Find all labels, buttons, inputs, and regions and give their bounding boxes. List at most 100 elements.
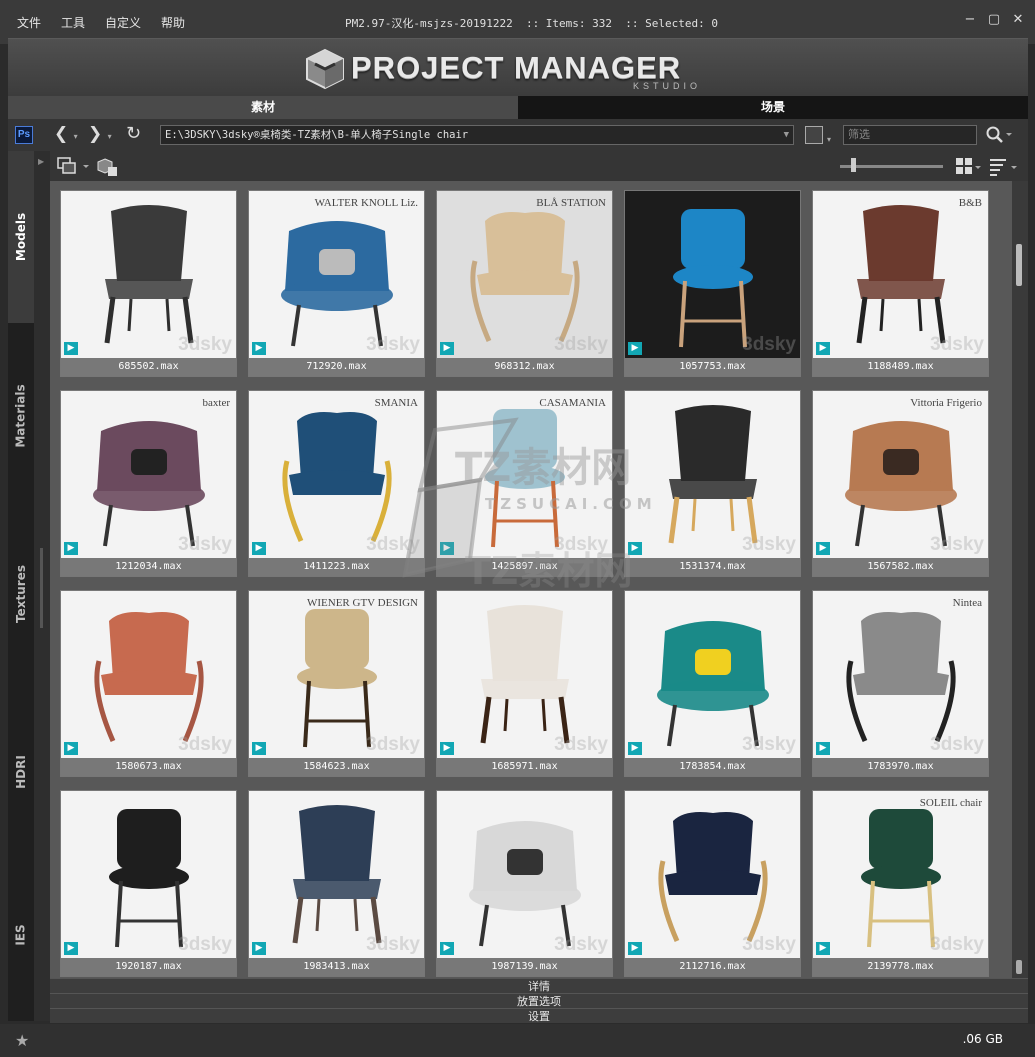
path-dropdown-icon[interactable]: ▼ — [784, 126, 789, 144]
sidebar-item-label: Materials — [14, 384, 28, 448]
asset-thumbnail[interactable]: 3dsky ▶ — [61, 791, 236, 958]
asset-thumbnail[interactable]: Vittoria Frigerio 3dsky ▶ — [813, 391, 988, 558]
sidebar-item-label: Textures — [14, 565, 29, 623]
menu-customize[interactable]: 自定义 — [105, 14, 141, 31]
asset-thumbnail[interactable]: 3dsky ▶ — [249, 791, 424, 958]
tab-scenes[interactable]: 场景 — [518, 96, 1028, 119]
chair-illustration — [281, 221, 393, 347]
minimize-button[interactable]: − — [963, 12, 977, 27]
asset-thumbnail[interactable]: 3dsky ▶ — [625, 791, 800, 958]
asset-filename: 1783970.max — [813, 758, 988, 776]
asset-filename: 1920187.max — [61, 958, 236, 976]
asset-thumbnail[interactable]: SMANIA 3dsky ▶ — [249, 391, 424, 558]
sidebar-item-textures[interactable]: Textures — [8, 509, 34, 679]
asset-thumbnail[interactable]: BLÅ STATION 3dsky ▶ — [437, 191, 612, 358]
asset-thumbnail[interactable]: B&B 3dsky ▶ — [813, 191, 988, 358]
asset-item[interactable]: 3dsky ▶ 1987139.max — [436, 790, 613, 977]
filter-input[interactable]: 筛选 — [843, 125, 977, 145]
asset-item[interactable]: Nintea 3dsky ▶ 1783970.max — [812, 590, 989, 777]
asset-item[interactable]: 3dsky ▶ 1920187.max — [60, 790, 237, 977]
asset-thumbnail[interactable]: 3dsky ▶ — [625, 391, 800, 558]
sidebar-item-materials[interactable]: Materials — [8, 331, 34, 501]
asset-item[interactable]: 3dsky ▶ 1057753.max — [624, 190, 801, 377]
asset-thumbnail[interactable]: 3dsky ▶ — [437, 791, 612, 958]
back-arrow-icon[interactable]: ❮ ▾ — [54, 124, 78, 147]
filter-options-icon[interactable] — [805, 126, 823, 144]
filter-caret-icon[interactable]: ▾ — [827, 135, 831, 144]
tab-assets[interactable]: 素材 — [8, 96, 518, 119]
asset-item[interactable]: 3dsky ▶ 2112716.max — [624, 790, 801, 977]
sidebar-item-label: Models — [14, 212, 29, 262]
grid-view-icon[interactable] — [956, 158, 982, 179]
watermark-label: 3dsky — [366, 934, 420, 955]
asset-filename: 1425897.max — [437, 558, 612, 576]
splitter-grip[interactable] — [40, 548, 43, 628]
watermark-label: 3dsky — [554, 334, 608, 355]
scrollbar-thumb[interactable] — [1016, 244, 1022, 286]
grid-scrollbar[interactable] — [1012, 181, 1028, 978]
sidebar-item-hdri[interactable]: HDRI — [8, 687, 34, 857]
asset-item[interactable]: 3dsky ▶ 1983413.max — [248, 790, 425, 977]
add-asset-icon[interactable] — [97, 157, 119, 180]
asset-item[interactable]: WIENER GTV DESIGN 3dsky ▶ 1584623.max — [248, 590, 425, 777]
asset-thumbnail[interactable]: Nintea 3dsky ▶ — [813, 591, 988, 758]
asset-item[interactable]: SMANIA 3dsky ▶ 1411223.max — [248, 390, 425, 577]
chair-illustration — [94, 612, 204, 743]
scrollbar-end[interactable] — [1016, 960, 1022, 974]
asset-thumbnail[interactable]: 3dsky ▶ — [61, 191, 236, 358]
maximize-button[interactable]: ▢ — [987, 12, 1001, 27]
asset-item[interactable]: SOLEIL chair 3dsky ▶ 2139778.max — [812, 790, 989, 977]
asset-thumbnail[interactable]: 3dsky ▶ — [437, 591, 612, 758]
watermark-label: 3dsky — [930, 534, 984, 555]
asset-filename: 1584623.max — [249, 758, 424, 776]
asset-filename: 1411223.max — [249, 558, 424, 576]
max-file-icon: ▶ — [440, 542, 454, 555]
sidebar-item-models[interactable]: Models — [8, 151, 34, 323]
asset-item[interactable]: B&B 3dsky ▶ 1188489.max — [812, 190, 989, 377]
asset-thumbnail[interactable]: SOLEIL chair 3dsky ▶ — [813, 791, 988, 958]
menu-tools[interactable]: 工具 — [61, 14, 85, 31]
asset-thumbnail[interactable]: WALTER KNOLL Liz. 3dsky ▶ — [249, 191, 424, 358]
asset-item[interactable]: 3dsky ▶ 1783854.max — [624, 590, 801, 777]
asset-item[interactable]: 3dsky ▶ 1531374.max — [624, 390, 801, 577]
watermark-label: 3dsky — [178, 334, 232, 355]
expand-arrow-icon[interactable]: ▶ — [38, 157, 44, 166]
asset-item[interactable]: BLÅ STATION 3dsky ▶ 968312.max — [436, 190, 613, 377]
photoshop-icon[interactable]: Ps — [15, 126, 33, 144]
brand-label: B&B — [958, 197, 982, 209]
asset-item[interactable]: Vittoria Frigerio 3dsky ▶ 1567582.max — [812, 390, 989, 577]
asset-item[interactable]: CASAMANIA 3dsky ▶ 1425897.max — [436, 390, 613, 577]
asset-item[interactable]: 3dsky ▶ 685502.max — [60, 190, 237, 377]
search-icon[interactable] — [985, 125, 1013, 148]
close-button[interactable]: ✕ — [1011, 12, 1025, 27]
asset-thumbnail[interactable]: 3dsky ▶ — [625, 591, 800, 758]
asset-thumbnail[interactable]: 3dsky ▶ — [61, 591, 236, 758]
sort-icon[interactable] — [990, 158, 1020, 179]
menu-file[interactable]: 文件 — [17, 14, 41, 31]
menu-help[interactable]: 帮助 — [161, 14, 185, 31]
forward-arrow-icon[interactable]: ❯ ▾ — [88, 124, 112, 147]
sync-icon[interactable] — [56, 155, 92, 180]
asset-thumbnail[interactable]: WIENER GTV DESIGN 3dsky ▶ — [249, 591, 424, 758]
asset-item[interactable]: WALTER KNOLL Liz. 3dsky ▶ 712920.max — [248, 190, 425, 377]
sidebar-item-ies[interactable]: IES — [8, 865, 34, 1005]
refresh-icon[interactable]: ↻ — [126, 124, 141, 144]
asset-thumbnail[interactable]: baxter 3dsky ▶ — [61, 391, 236, 558]
favorite-star-icon[interactable]: ★ — [15, 1031, 29, 1050]
brand-label: WIENER GTV DESIGN — [306, 597, 418, 609]
watermark-label: 3dsky — [178, 534, 232, 555]
asset-thumbnail[interactable]: CASAMANIA 3dsky ▶ — [437, 391, 612, 558]
asset-item[interactable]: 3dsky ▶ 1685971.max — [436, 590, 613, 777]
window-title: PM2.97-汉化-msjzs-20191222 :: Items: 332 :… — [345, 17, 718, 30]
panel-settings[interactable]: 设置 — [50, 1008, 1028, 1023]
watermark-label: 3dsky — [366, 334, 420, 355]
panel-details[interactable]: 详情 — [50, 978, 1028, 993]
asset-item[interactable]: 3dsky ▶ 1580673.max — [60, 590, 237, 777]
slider-handle[interactable] — [851, 158, 856, 172]
path-input[interactable]: E:\3DSKY\3dsky®桌椅类-TZ素材\B-单人椅子Single cha… — [160, 125, 794, 145]
sidebar-item-label: HDRI — [14, 755, 28, 789]
asset-item[interactable]: baxter 3dsky ▶ 1212034.max — [60, 390, 237, 577]
asset-thumbnail[interactable]: 3dsky ▶ — [625, 191, 800, 358]
panel-placement-options[interactable]: 放置选项 — [50, 993, 1028, 1008]
watermark-label: 3dsky — [742, 334, 796, 355]
